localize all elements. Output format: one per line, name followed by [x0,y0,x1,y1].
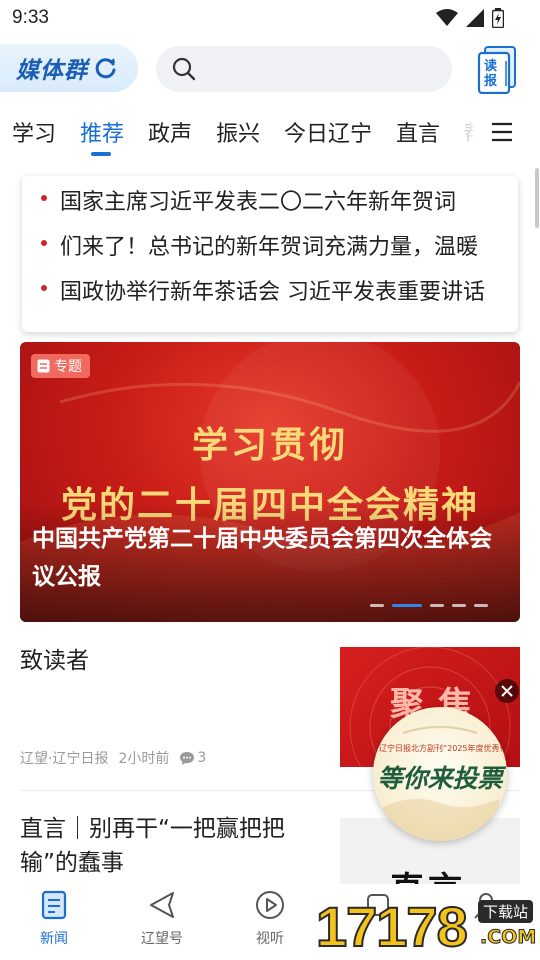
carousel-dot[interactable] [430,604,444,607]
tab-study[interactable]: 学习 [12,116,56,148]
carousel-dot[interactable] [392,604,422,607]
special-topic-banner[interactable]: 专题 学习贯彻 党的二十届四中全会精神 中国共产党第二十届中央委员会第四次全体会… [20,342,520,622]
read-newspaper-button[interactable]: 读报 [476,44,520,95]
headline-text: 们来了！总书记的新年贺词充满力量，温暖 [60,235,479,259]
close-float-button[interactable] [495,679,519,703]
scrollbar[interactable] [535,168,539,228]
vote-float-widget[interactable]: 辽宁日报北方副刊“2025年度优秀作品” 等你来投票 [373,707,507,841]
watermark-tag: 下载站 [478,900,534,923]
reader-label: 读报 [484,59,498,89]
nav-label: 视听 [256,931,284,947]
tab-politics[interactable]: 政声 [148,116,192,148]
topic-badge: 专题 [31,354,90,378]
carousel-dot[interactable] [370,604,384,607]
headline-text: 国政协举行新年茶话会 习近平发表重要讲话 [60,280,485,304]
comment-count: 3 [179,750,206,766]
nav-liaowang[interactable]: 辽望号 [122,890,202,948]
headline-text: 国家主席习近平发表二〇二六年新年贺词 [60,190,457,214]
app-header: 媒体群 读报 [0,36,540,102]
tab-frank-talk[interactable]: 直言 [396,116,440,148]
signal-icon [466,9,484,27]
headline-item[interactable]: 们来了！总书记的新年贺词充满力量，温暖 [22,229,518,259]
watermark-logo: 17178 下载站 .COM [312,892,540,960]
send-icon [150,892,174,918]
comment-icon [180,751,195,765]
tab-recommend[interactable]: 推荐 [80,116,124,148]
nav-label: 辽望号 [141,931,183,947]
tab-today-liaoning[interactable]: 今日辽宁 [284,116,372,148]
vote-title: 等你来投票 [377,764,503,793]
news-time: 2小时前 [118,751,170,767]
channel-tabs: 学习 推荐 政声 振兴 今日辽宁 直言 帮 [0,104,540,160]
news-meta: 辽望·辽宁日报 2小时前 3 [20,748,206,768]
news-title: 致读者 [20,648,89,674]
tabs-fade [440,104,490,160]
battery-icon [492,8,504,28]
watermark-suffix: .COM [479,926,537,949]
tab-revitalize[interactable]: 振兴 [216,116,260,148]
banner-title: 学习贯彻 [191,424,348,466]
headline-item[interactable]: 国政协举行新年茶话会 习近平发表重要讲话 [22,274,518,304]
close-icon [501,685,513,697]
headline-card: 国家主席习近平发表二〇二六年新年贺词 们来了！总书记的新年贺词充满力量，温暖 国… [22,176,518,332]
status-icons [436,8,504,28]
wifi-icon [436,9,458,26]
news-source: 辽望·辽宁日报 [20,751,109,767]
status-bar: 9:33 [0,0,540,36]
bullet-icon [41,240,47,246]
badge-label: 专题 [54,359,82,375]
vote-subtitle: 辽宁日报北方副刊“2025年度优秀作品” [379,744,507,753]
news-title: 直言｜别再干“一把赢把把输”的蠢事 [20,816,285,876]
media-group-button[interactable]: 媒体群 [0,44,138,92]
menu-icon[interactable] [488,118,516,146]
document-icon [37,359,50,373]
bullet-icon [41,285,47,291]
carousel-dot[interactable] [474,604,488,607]
news-icon [41,890,67,920]
headline-item[interactable]: 国家主席习近平发表二〇二六年新年贺词 [22,184,518,214]
active-tab-indicator [91,152,111,156]
search-input[interactable] [156,46,452,92]
refresh-icon [95,58,116,79]
nav-label: 新闻 [40,931,68,947]
nav-video[interactable]: 视听 [230,890,310,948]
carousel-indicator [370,604,488,607]
carousel-dot[interactable] [452,604,466,607]
play-icon [256,891,284,919]
nav-news[interactable]: 新闻 [14,890,94,948]
brand-label: 媒体群 [16,58,88,84]
status-time: 9:33 [12,7,49,28]
banner-caption: 中国共产党第二十届中央委员会第四次全体会议公报 [32,525,492,590]
search-icon [172,57,196,81]
bullet-icon [41,195,47,201]
watermark-digits: 17178 [315,894,469,959]
